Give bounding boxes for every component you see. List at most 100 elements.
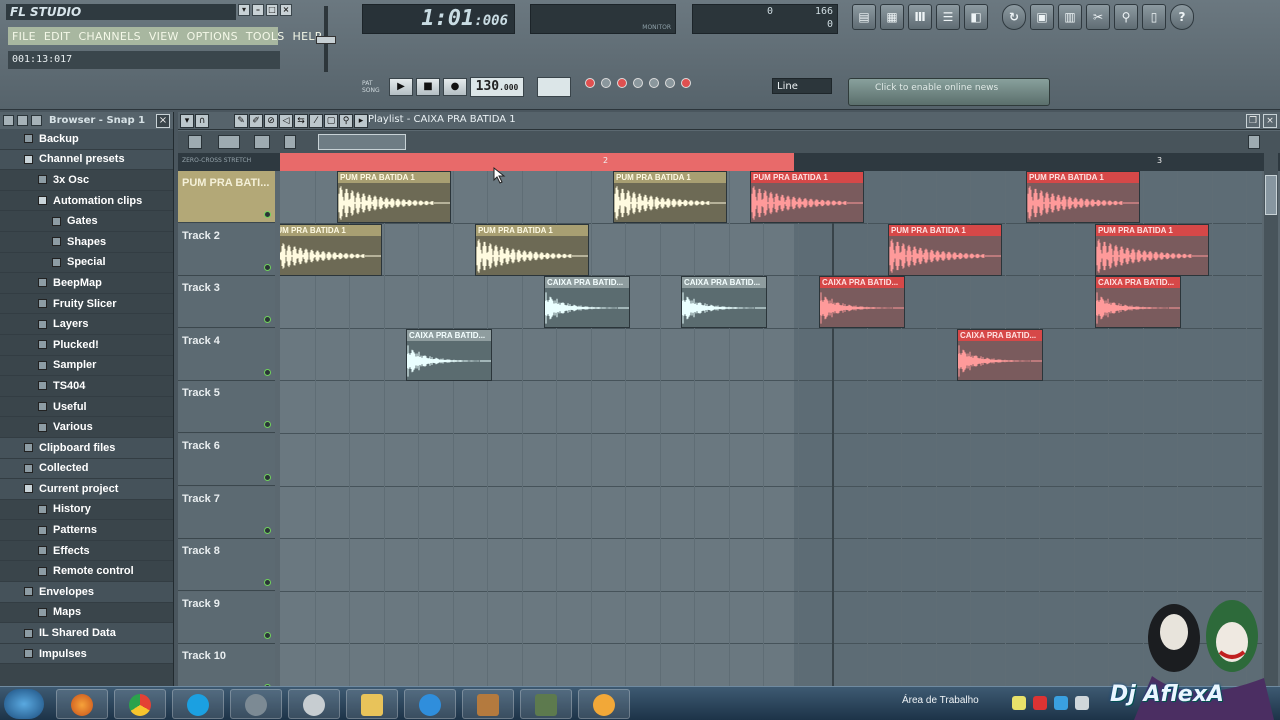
tray-icon[interactable] (1054, 696, 1068, 710)
tempo-display[interactable]: 130.000 (470, 77, 524, 97)
track-header[interactable]: Track 4 (178, 328, 275, 381)
playback-icon[interactable]: ▸ (354, 114, 368, 128)
taskbar-skype[interactable] (172, 689, 224, 719)
loop-region[interactable] (280, 153, 794, 171)
tray-icon[interactable] (1012, 696, 1026, 710)
audio-clip[interactable]: CAIXA PRA BATID... (544, 276, 630, 329)
browser-item[interactable]: Useful (0, 397, 173, 418)
metronome-icon[interactable] (601, 78, 611, 88)
taskbar-firefox[interactable] (56, 689, 108, 719)
browser-item[interactable]: Current project (0, 479, 173, 500)
browser-item[interactable]: Special (0, 253, 173, 274)
menu-edit[interactable]: EDIT (44, 30, 71, 43)
automation-clip-icon[interactable] (254, 135, 270, 149)
audio-clip[interactable]: PUM PRA BATIDA 1 (1026, 171, 1140, 223)
menu-arrow-icon[interactable]: ▾ (238, 4, 250, 16)
pattern-song-toggle[interactable]: PAT SONG (362, 80, 386, 94)
audio-clip-icon[interactable] (218, 135, 240, 149)
countdown-icon[interactable] (617, 78, 627, 88)
track-mute-led[interactable] (264, 526, 271, 534)
tray-icon[interactable] (1033, 696, 1047, 710)
save-icon[interactable]: ▣ (1030, 4, 1054, 30)
browser-item[interactable]: Layers (0, 314, 173, 335)
track-mute-led[interactable] (264, 263, 271, 271)
audio-clip[interactable]: PUM PRA BATIDA 1 (888, 223, 1002, 276)
audio-clip[interactable]: CAIXA PRA BATID... (957, 328, 1043, 381)
blend-notes-icon[interactable] (633, 78, 643, 88)
pattern-selector[interactable] (537, 77, 571, 97)
browser-item[interactable]: Shapes (0, 232, 173, 253)
audio-clip[interactable]: PUM PRA BATIDA 1 (613, 171, 727, 223)
taskbar-explorer[interactable] (346, 689, 398, 719)
slip-icon[interactable]: ⇆ (294, 114, 308, 128)
stop-button[interactable]: ■ (416, 78, 440, 96)
track-header[interactable]: PUM PRA BATI... (178, 171, 275, 223)
track-header[interactable]: Track 7 (178, 486, 275, 539)
taskbar-app-4[interactable] (230, 689, 282, 719)
track-mute-led[interactable] (264, 631, 271, 639)
step-sequencer-icon[interactable]: ▦ (880, 4, 904, 30)
menu-view[interactable]: VIEW (149, 30, 179, 43)
track-mute-led[interactable] (264, 579, 271, 587)
undo-icon[interactable]: ↻ (1002, 4, 1026, 30)
audio-clip[interactable]: PUM PRA BATIDA 1 (750, 171, 864, 223)
audio-clip[interactable]: CAIXA PRA BATID... (819, 276, 905, 329)
track-header[interactable]: Track 6 (178, 434, 275, 486)
browser-item[interactable]: Sampler (0, 356, 173, 377)
track-header[interactable]: Track 3 (178, 276, 275, 329)
play-button[interactable]: ▶ (389, 78, 413, 96)
channel-settings-icon[interactable]: ◧ (964, 4, 988, 30)
online-news-panel[interactable]: Click to enable online news (848, 78, 1050, 106)
start-button[interactable] (4, 689, 44, 719)
track-mute-led[interactable] (264, 368, 271, 376)
track-mute-led[interactable] (264, 421, 271, 429)
timeline-ruler[interactable]: ZERO-CROSS STRETCH 2 3 (178, 153, 1280, 171)
snap-selector[interactable]: Line (772, 78, 832, 94)
browser-item[interactable]: Patterns (0, 520, 173, 541)
browser-item[interactable]: Channel presets (0, 149, 173, 171)
taskbar-app-9[interactable] (520, 689, 572, 719)
browser-item[interactable]: Remote control (0, 561, 173, 583)
browser-item[interactable]: Clipboard files (0, 437, 173, 459)
audio-clip[interactable]: CAIXA PRA BATID... (681, 276, 767, 329)
pattern-picker-icon[interactable] (188, 135, 202, 149)
delete-icon[interactable]: ⊘ (264, 114, 278, 128)
mixer-icon[interactable]: ☰ (936, 4, 960, 30)
menu-channels[interactable]: CHANNELS (78, 30, 140, 43)
browser-item[interactable]: History (0, 500, 173, 521)
minimize-button[interactable]: – (252, 4, 264, 16)
browser-item[interactable]: Effects (0, 541, 173, 562)
menu-options[interactable]: OPTIONS (187, 30, 238, 43)
browser-close-icon[interactable]: × (156, 113, 170, 128)
playlist-menu-icon[interactable]: ▾ (180, 114, 194, 128)
browser-item[interactable]: 3x Osc (0, 170, 173, 191)
browser-item[interactable]: Gates (0, 211, 173, 232)
track-header[interactable]: Track 2 (178, 223, 275, 276)
track-mute-led[interactable] (264, 211, 271, 218)
browser-item[interactable]: Envelopes (0, 582, 173, 603)
scroll-right-icon[interactable] (1248, 135, 1260, 149)
menu-file[interactable]: FILE (12, 30, 36, 43)
taskbar-chrome[interactable] (114, 689, 166, 719)
browser-item[interactable]: Backup (0, 129, 173, 150)
taskbar-app-8[interactable] (462, 689, 514, 719)
step-edit-icon[interactable] (649, 78, 659, 88)
audio-clip[interactable]: PUM PRA BATIDA 1 (280, 223, 382, 276)
close-button[interactable]: × (280, 4, 292, 16)
browser-item[interactable]: Automation clips (0, 191, 173, 212)
desktop-toolbar-label[interactable]: Área de Trabalho (902, 695, 979, 706)
audio-clip[interactable]: PUM PRA BATIDA 1 (337, 171, 451, 223)
draw-icon[interactable]: ✎ (234, 114, 248, 128)
loop-record-icon[interactable] (665, 78, 675, 88)
cut-icon[interactable]: ✂ (1086, 4, 1110, 30)
ruler-options[interactable]: ZERO-CROSS STRETCH (182, 157, 251, 164)
browser-menu-icon[interactable] (3, 115, 14, 126)
wrench-icon[interactable]: ⚲ (1114, 4, 1138, 30)
master-volume-slider[interactable] (312, 6, 342, 72)
render-icon[interactable]: ▥ (1058, 4, 1082, 30)
track-header[interactable]: Track 9 (178, 591, 275, 644)
record-audio-icon[interactable] (681, 78, 691, 88)
browser-item[interactable]: Various (0, 417, 173, 438)
taskbar-fl-studio[interactable] (578, 689, 630, 719)
taskbar-app-5[interactable] (288, 689, 340, 719)
